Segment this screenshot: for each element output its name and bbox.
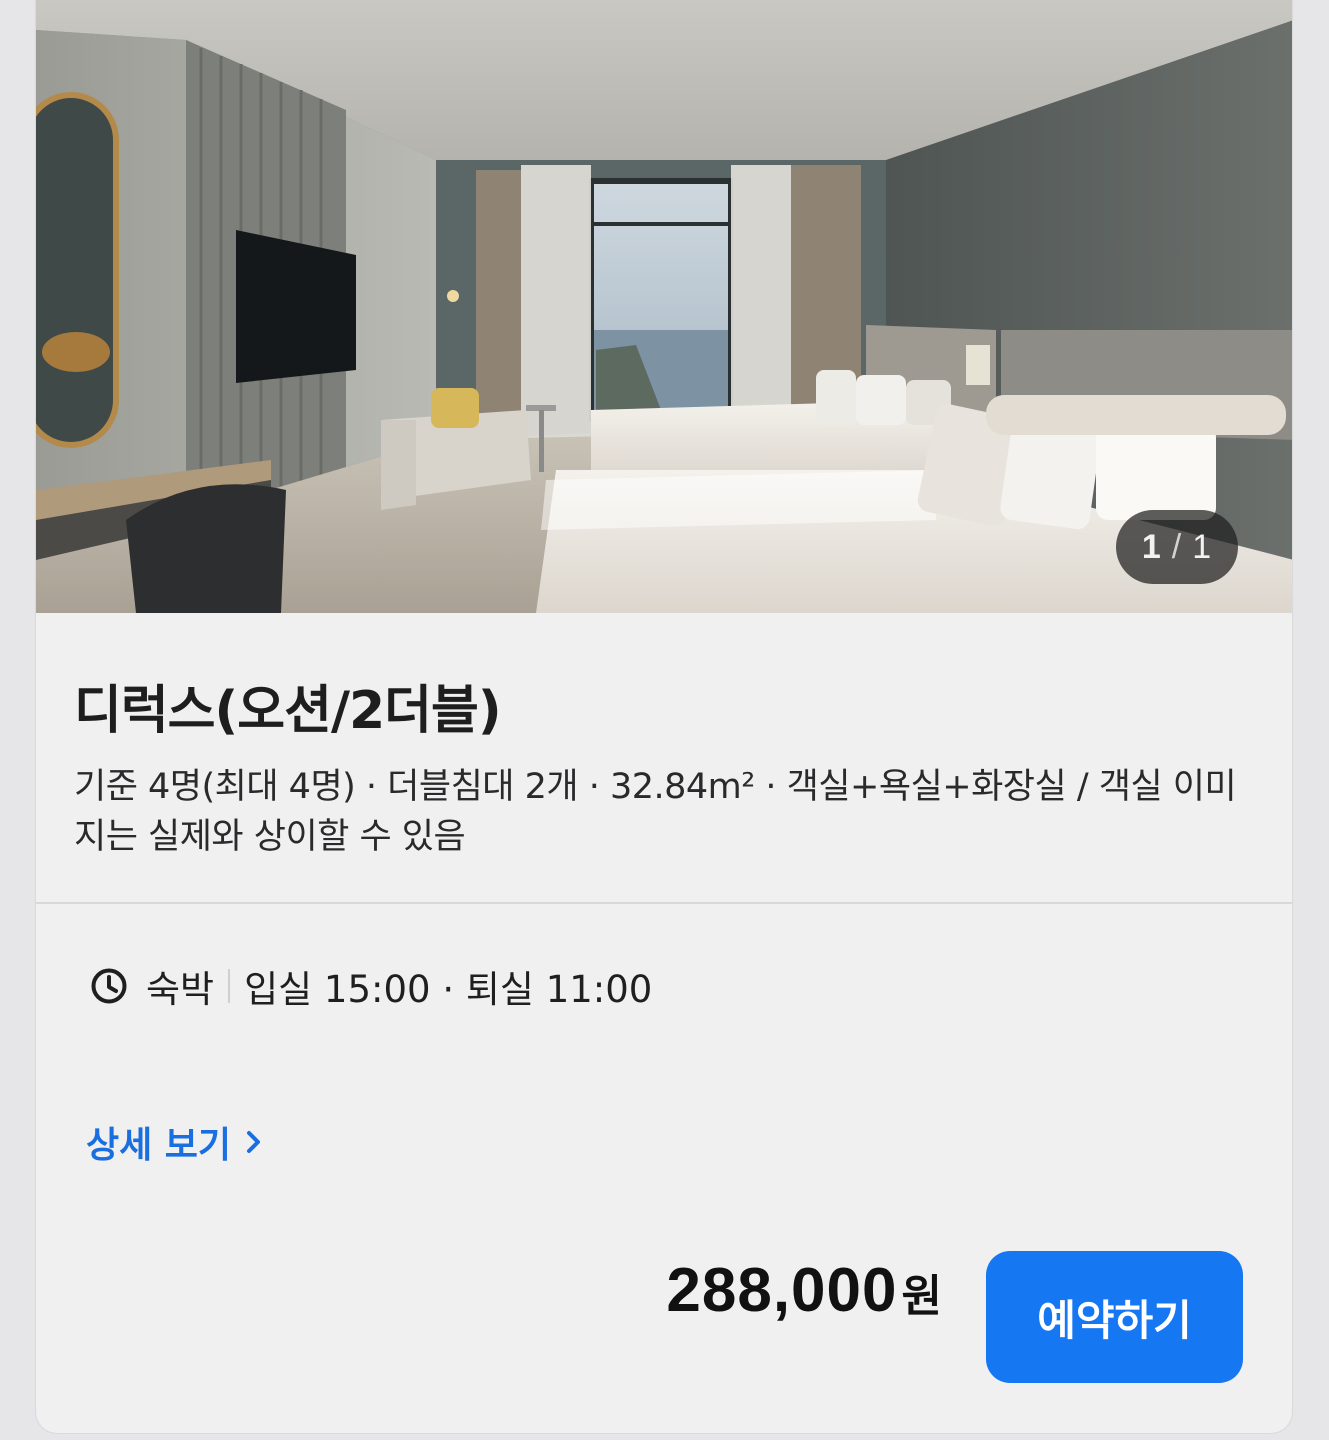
stay-times: 입실 15:00 · 퇴실 11:00 bbox=[244, 968, 653, 1011]
clock-icon bbox=[91, 968, 127, 1004]
room-description: 기준 4명(최대 4명) · 더블침대 2개 · 32.84m² · 객실+욕실… bbox=[74, 767, 1237, 857]
detail-link[interactable]: 상세 보기 bbox=[86, 1116, 265, 1168]
stay-info: 숙박 입실 15:00 · 퇴실 11:00 bbox=[90, 958, 652, 1014]
room-photo[interactable]: 1 / 1 bbox=[36, 0, 1292, 613]
photo-counter: 1 / 1 bbox=[1116, 510, 1238, 584]
section-divider bbox=[36, 902, 1292, 904]
stay-type: 숙박 bbox=[146, 968, 215, 1011]
price-unit: 원 bbox=[901, 1271, 942, 1322]
book-button[interactable]: 예약하기 bbox=[986, 1251, 1243, 1383]
room-card: 1 / 1 디럭스(오션/2더블) 기준 4명(최대 4명) · 더블침대 2개… bbox=[35, 0, 1293, 1434]
photo-counter-current: 1 bbox=[1141, 527, 1162, 566]
detail-link-label: 상세 보기 bbox=[86, 1125, 232, 1166]
price-amount: 288,000 bbox=[666, 1256, 898, 1325]
photo-counter-separator: / bbox=[1171, 527, 1183, 566]
chevron-right-icon bbox=[247, 1131, 261, 1153]
price: 288,000 원 bbox=[666, 1255, 942, 1326]
room-title: 디럭스(오션/2더블) bbox=[74, 681, 502, 741]
photo-counter-total: 1 bbox=[1192, 527, 1213, 566]
stay-divider bbox=[228, 969, 231, 1003]
room-photo-illustration bbox=[36, 0, 1292, 613]
